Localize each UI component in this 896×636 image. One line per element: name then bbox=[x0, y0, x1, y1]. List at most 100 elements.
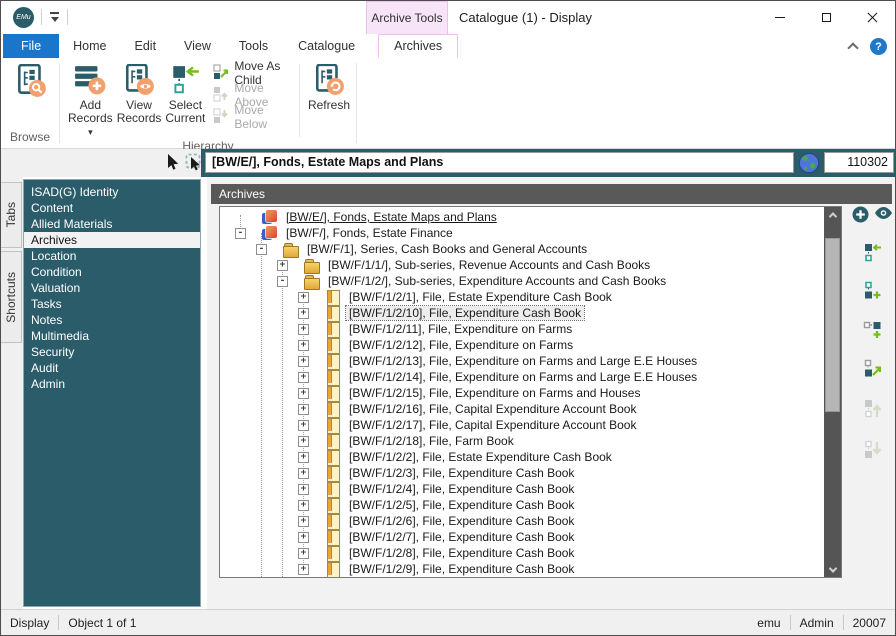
tree-row[interactable]: [BW/E/], Fonds, Estate Maps and Plans bbox=[220, 209, 824, 225]
expander-toggle[interactable]: + bbox=[298, 532, 309, 543]
sidebar-item[interactable]: Notes bbox=[24, 312, 200, 328]
sidebar-item[interactable]: ISAD(G) Identity bbox=[24, 184, 200, 200]
tree-row[interactable]: + [BW/F/1/2/5], File, Expenditure Cash B… bbox=[220, 497, 824, 513]
tree-item-label[interactable]: [BW/F/1/2/10], File, Expenditure Cash Bo… bbox=[346, 306, 584, 320]
arrow-cursor-icon[interactable] bbox=[165, 153, 180, 178]
tree-item-label[interactable]: [BW/F/1/2/12], File, Expenditure on Farm… bbox=[346, 338, 576, 352]
tree-item-label[interactable]: [BW/F/1], Series, Cash Books and General… bbox=[304, 242, 590, 256]
ribbon-tab[interactable]: File bbox=[3, 34, 59, 58]
tree-item-label[interactable]: [BW/F/1/2/9], File, Expenditure Cash Boo… bbox=[346, 562, 577, 576]
sidebar-item[interactable]: Security bbox=[24, 344, 200, 360]
tree-item-label[interactable]: [BW/F/1/2/7], File, Expenditure Cash Boo… bbox=[346, 530, 577, 544]
tree-row[interactable]: + [BW/F/1/2/9], File, Expenditure Cash B… bbox=[220, 561, 824, 577]
select-current-button[interactable]: Select Current bbox=[163, 62, 207, 125]
scroll-down-button[interactable] bbox=[824, 562, 841, 577]
move-as-child-icon-button[interactable] bbox=[863, 359, 882, 384]
tree-item-label[interactable]: [BW/F/1/2/8], File, Expenditure Cash Boo… bbox=[346, 546, 577, 560]
expander-toggle[interactable]: + bbox=[298, 564, 309, 575]
expander-toggle[interactable]: - bbox=[235, 228, 246, 239]
tree-row[interactable]: + [BW/F/1/2/18], File, Farm Book bbox=[220, 433, 824, 449]
view-records-button[interactable]: View Records bbox=[115, 62, 164, 125]
view-record-icon-button[interactable] bbox=[874, 206, 893, 228]
tree-item-label[interactable]: [BW/F/1/2/16], File, Capital Expenditure… bbox=[346, 402, 639, 416]
sidebar-item[interactable]: Content bbox=[24, 200, 200, 216]
move-above-icon-button-disabled[interactable] bbox=[863, 398, 882, 425]
tree-item-label[interactable]: [BW/F/1/1/], Sub-series, Revenue Account… bbox=[325, 258, 653, 272]
move-as-child-button[interactable]: Move As Child bbox=[213, 65, 285, 81]
expander-toggle[interactable]: - bbox=[256, 244, 267, 255]
tree-item-label[interactable]: [BW/F/], Fonds, Estate Finance bbox=[283, 226, 456, 240]
ribbon-tab[interactable]: Catalogue bbox=[282, 34, 371, 58]
expander-toggle[interactable]: + bbox=[298, 436, 309, 447]
tree-row[interactable]: + [BW/F/1/2/14], File, Expenditure on Fa… bbox=[220, 369, 824, 385]
expander-toggle[interactable]: + bbox=[298, 388, 309, 399]
tree-row[interactable]: + [BW/F/1/2/15], File, Expenditure on Fa… bbox=[220, 385, 824, 401]
add-record-icon-button[interactable] bbox=[852, 206, 869, 228]
tree-item-label[interactable]: [BW/F/1/2/2], File, Estate Expenditure C… bbox=[346, 450, 615, 464]
tree-item-label[interactable]: [BW/F/1/2/13], File, Expenditure on Farm… bbox=[346, 354, 700, 368]
help-button[interactable]: ? bbox=[870, 38, 887, 55]
maximize-button[interactable] bbox=[803, 1, 849, 34]
expander-toggle[interactable]: - bbox=[277, 276, 288, 287]
tree-item-label[interactable]: [BW/F/1/2/14], File, Expenditure on Farm… bbox=[346, 370, 700, 384]
expander-toggle[interactable]: + bbox=[298, 452, 309, 463]
tree-row[interactable]: - [BW/F/1/2/], Sub-series, Expenditure A… bbox=[220, 273, 824, 289]
tree-item-label[interactable]: [BW/F/1/2/], Sub-series, Expenditure Acc… bbox=[325, 274, 669, 288]
expander-toggle[interactable]: + bbox=[298, 324, 309, 335]
expander-toggle[interactable]: + bbox=[298, 340, 309, 351]
tree-row[interactable]: + [BW/F/1/1/], Sub-series, Revenue Accou… bbox=[220, 257, 824, 273]
globe-icon[interactable] bbox=[798, 152, 820, 174]
expander-toggle[interactable]: + bbox=[298, 372, 309, 383]
tree-item-label[interactable]: [BW/F/1/2/6], File, Expenditure Cash Boo… bbox=[346, 514, 577, 528]
tree-row[interactable]: + [BW/F/1/2/13], File, Expenditure on Fa… bbox=[220, 353, 824, 369]
tree-item-label[interactable]: [BW/F/1/2/18], File, Farm Book bbox=[346, 434, 517, 448]
tree-row[interactable]: + [BW/F/1/2/7], File, Expenditure Cash B… bbox=[220, 529, 824, 545]
ribbon-tab[interactable]: View bbox=[170, 34, 225, 58]
tree-item-label[interactable]: [BW/F/1/2/1], File, Estate Expenditure C… bbox=[346, 290, 615, 304]
sidebar-item[interactable]: Allied Materials bbox=[24, 216, 200, 232]
tree-item-label[interactable]: [BW/E/], Fonds, Estate Maps and Plans bbox=[283, 210, 500, 224]
move-below-icon-button-disabled[interactable] bbox=[863, 439, 882, 466]
tree-row[interactable]: + [BW/F/1/2/4], File, Expenditure Cash B… bbox=[220, 481, 824, 497]
ribbon-tab[interactable]: Archives bbox=[378, 34, 458, 58]
tree-row[interactable]: + [BW/F/1/2/1], File, Estate Expenditure… bbox=[220, 289, 824, 305]
tree-row[interactable]: + [BW/F/1/2/6], File, Expenditure Cash B… bbox=[220, 513, 824, 529]
expander-toggle[interactable]: + bbox=[298, 548, 309, 559]
tree-row[interactable]: + [BW/F/1/2/8], File, Expenditure Cash B… bbox=[220, 545, 824, 561]
tree-row[interactable]: - [BW/F/1], Series, Cash Books and Gener… bbox=[220, 241, 824, 257]
ribbon-tab[interactable]: Edit bbox=[121, 34, 171, 58]
side-tab-tabs[interactable]: Tabs bbox=[1, 182, 22, 248]
tree-item-label[interactable]: [BW/F/1/2/11], File, Expenditure on Farm… bbox=[346, 322, 575, 336]
add-records-button[interactable]: Add Records ▾ bbox=[66, 62, 115, 139]
move-above-button[interactable]: Move Above bbox=[213, 87, 285, 103]
expander-toggle[interactable]: + bbox=[298, 308, 309, 319]
expander-toggle[interactable]: + bbox=[298, 516, 309, 527]
sidebar-item[interactable]: Multimedia bbox=[24, 328, 200, 344]
tree-item-label[interactable]: [BW/F/1/2/17], File, Capital Expenditure… bbox=[346, 418, 639, 432]
tree-item-label[interactable]: [BW/F/1/2/3], File, Expenditure Cash Boo… bbox=[346, 466, 577, 480]
tree-item-label[interactable]: [BW/F/1/2/5], File, Expenditure Cash Boo… bbox=[346, 498, 577, 512]
sidebar-item[interactable]: Tasks bbox=[24, 296, 200, 312]
expander-toggle[interactable]: + bbox=[298, 292, 309, 303]
move-below-button[interactable]: Move Below bbox=[213, 109, 285, 125]
sidebar-item[interactable]: Audit bbox=[24, 360, 200, 376]
tree-row[interactable]: + [BW/F/1/2/12], File, Expenditure on Fa… bbox=[220, 337, 824, 353]
tree-item-label[interactable]: [BW/F/1/2/15], File, Expenditure on Farm… bbox=[346, 386, 643, 400]
expander-toggle[interactable]: + bbox=[277, 260, 288, 271]
tree-row[interactable]: + [BW/F/1/2/3], File, Expenditure Cash B… bbox=[220, 465, 824, 481]
sidebar-item[interactable]: Location bbox=[24, 248, 200, 264]
tree-row[interactable]: + [BW/F/1/2/2], File, Estate Expenditure… bbox=[220, 449, 824, 465]
quick-access-dropdown-icon[interactable] bbox=[49, 11, 61, 23]
close-button[interactable] bbox=[849, 1, 895, 34]
expander-toggle[interactable]: + bbox=[298, 356, 309, 367]
sidebar-item[interactable]: Valuation bbox=[24, 280, 200, 296]
tree-row[interactable]: + [BW/F/1/2/10], File, Expenditure Cash … bbox=[220, 305, 824, 321]
select-current-icon-button[interactable] bbox=[863, 242, 882, 267]
scroll-up-button[interactable] bbox=[824, 207, 841, 222]
tree-row[interactable]: + [BW/F/1/2/11], File, Expenditure on Fa… bbox=[220, 321, 824, 337]
sidebar-item[interactable]: Archives bbox=[24, 232, 200, 248]
tree-row[interactable]: + [BW/F/1/2/16], File, Capital Expenditu… bbox=[220, 401, 824, 417]
summary-path-field[interactable]: [BW/E/], Fonds, Estate Maps and Plans bbox=[205, 152, 794, 173]
expander-toggle[interactable]: + bbox=[298, 484, 309, 495]
expander-toggle[interactable]: + bbox=[298, 404, 309, 415]
